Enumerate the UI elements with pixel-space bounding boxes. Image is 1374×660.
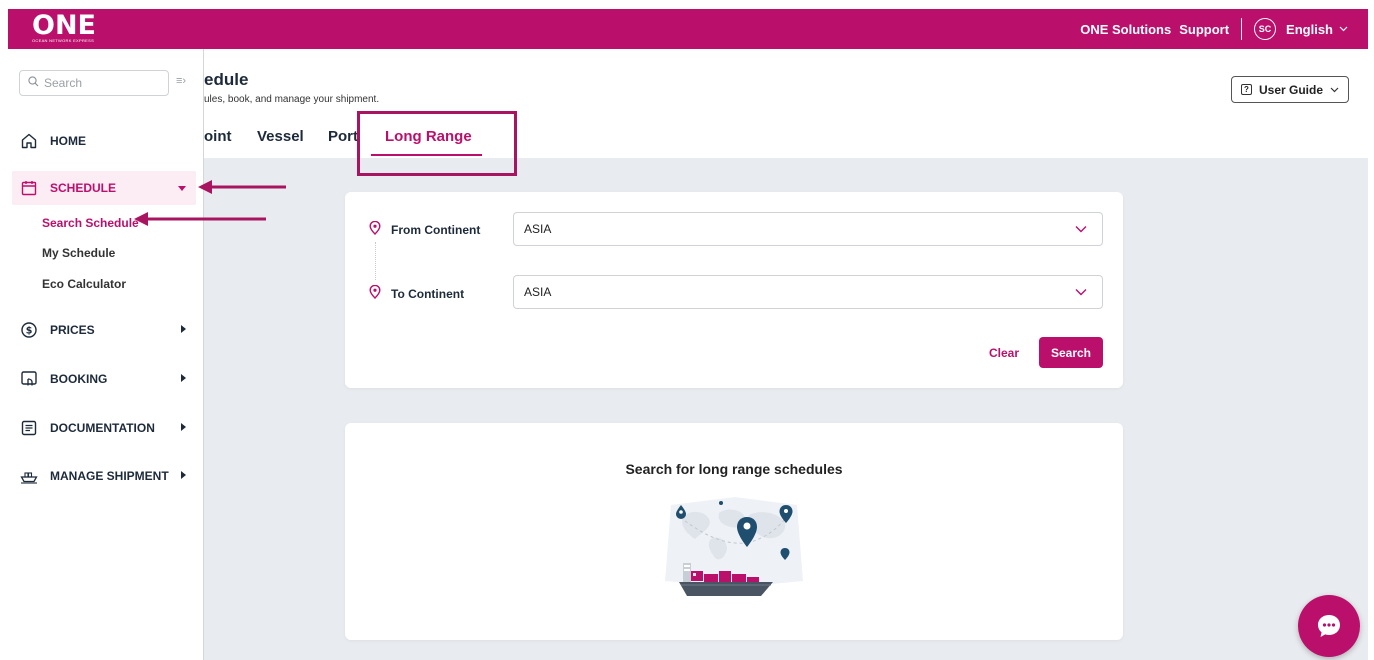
- sidebar-item-label: HOME: [50, 134, 86, 148]
- long-range-search-form: From Continent To Continent ASIA ASIA Cl…: [345, 192, 1123, 388]
- to-continent-label: To Continent: [369, 284, 465, 302]
- logo-text: ONE: [32, 10, 96, 41]
- sidebar-subitem-search-schedule[interactable]: Search Schedule: [42, 216, 139, 230]
- tab-vessel[interactable]: Vessel: [257, 128, 304, 145]
- sidebar-item-manage-shipment[interactable]: MANAGE SHIPMENT: [8, 459, 196, 493]
- caret-right-icon: [181, 374, 186, 384]
- annotation-highlight-box: [357, 111, 517, 176]
- user-guide-label: User Guide: [1258, 82, 1324, 97]
- sidebar-item-label: BOOKING: [50, 372, 108, 386]
- clear-button[interactable]: Clear: [989, 346, 1019, 360]
- location-pin-icon: [369, 284, 381, 302]
- location-pin-icon: [369, 220, 381, 238]
- booking-icon: [20, 370, 38, 388]
- empty-state-title: Search for long range schedules: [625, 461, 843, 477]
- chevron-down-icon: [1074, 285, 1088, 302]
- language-selector[interactable]: English: [1286, 22, 1333, 37]
- sidebar-item-label: PRICES: [50, 323, 95, 337]
- route-connector: [375, 242, 376, 280]
- svg-text:$: $: [26, 326, 33, 337]
- sidebar-subitem-my-schedule[interactable]: My Schedule: [42, 246, 115, 260]
- from-continent-label: From Continent: [369, 220, 481, 238]
- chevron-down-icon: [1330, 85, 1339, 95]
- world-map-ship-illustration: [665, 497, 803, 596]
- annotation-arrow-schedule: [198, 180, 286, 194]
- sidebar-item-home[interactable]: HOME: [8, 124, 196, 158]
- collapse-sidebar-icon[interactable]: ≡›: [176, 75, 186, 87]
- chevron-down-icon: [1074, 222, 1088, 239]
- top-navigation-bar: ONE OCEAN NETWORK EXPRESS ONE Solutions …: [8, 9, 1368, 49]
- header-actions: ONE Solutions Support SC English: [1072, 9, 1348, 49]
- tab-point-to-point[interactable]: oint: [204, 128, 232, 145]
- help-icon: ?: [1240, 84, 1252, 95]
- chat-button[interactable]: [1298, 595, 1360, 657]
- home-icon: [20, 132, 38, 150]
- from-continent-text: From Continent: [391, 222, 481, 237]
- to-continent-select[interactable]: ASIA: [513, 275, 1103, 309]
- sidebar: Search ≡› HOME SCHEDULE Search Schedule …: [8, 49, 204, 660]
- sidebar-subitem-eco-calculator[interactable]: Eco Calculator: [42, 277, 126, 291]
- caret-right-icon: [181, 471, 186, 481]
- sidebar-item-booking[interactable]: BOOKING: [8, 362, 196, 396]
- search-icon: [28, 76, 39, 90]
- logo-tagline: OCEAN NETWORK EXPRESS: [32, 38, 95, 43]
- search-button[interactable]: Search: [1039, 337, 1103, 368]
- sidebar-item-prices[interactable]: $ PRICES: [8, 313, 196, 347]
- user-guide-button[interactable]: ? User Guide: [1231, 76, 1349, 103]
- sidebar-search-input[interactable]: Search: [19, 70, 169, 96]
- sidebar-search-placeholder: Search: [44, 76, 83, 90]
- document-icon: [20, 419, 38, 437]
- from-continent-select[interactable]: ASIA: [513, 212, 1103, 246]
- page-title: edule: [204, 70, 249, 89]
- empty-state-card: Search for long range schedules: [345, 423, 1123, 640]
- caret-right-icon: [181, 325, 186, 335]
- calendar-icon: [20, 179, 38, 197]
- from-continent-value: ASIA: [524, 222, 552, 236]
- to-continent-text: To Continent: [391, 286, 465, 301]
- header-divider: [1241, 18, 1243, 40]
- sidebar-item-documentation[interactable]: DOCUMENTATION: [8, 411, 196, 445]
- dollar-icon: $: [20, 321, 38, 339]
- to-continent-value: ASIA: [524, 285, 552, 299]
- page-subtitle: ules, book, and manage your shipment.: [204, 94, 380, 105]
- annotation-arrow-search-schedule: [134, 212, 266, 226]
- support-link[interactable]: Support: [1179, 22, 1229, 37]
- tab-port[interactable]: Port: [328, 128, 358, 145]
- caret-down-icon: [178, 184, 186, 193]
- caret-right-icon: [181, 423, 186, 433]
- sidebar-item-schedule[interactable]: SCHEDULE: [12, 171, 196, 205]
- chevron-down-icon: [1339, 24, 1348, 34]
- sidebar-item-label: DOCUMENTATION: [50, 421, 155, 435]
- one-logo[interactable]: ONE OCEAN NETWORK EXPRESS: [32, 10, 96, 43]
- chat-bubble-icon: [1318, 615, 1340, 637]
- sidebar-item-label: MANAGE SHIPMENT: [50, 469, 169, 483]
- ship-icon: [20, 467, 38, 485]
- avatar[interactable]: SC: [1254, 18, 1277, 40]
- one-solutions-link[interactable]: ONE Solutions: [1080, 22, 1171, 37]
- sidebar-item-label: SCHEDULE: [50, 181, 117, 195]
